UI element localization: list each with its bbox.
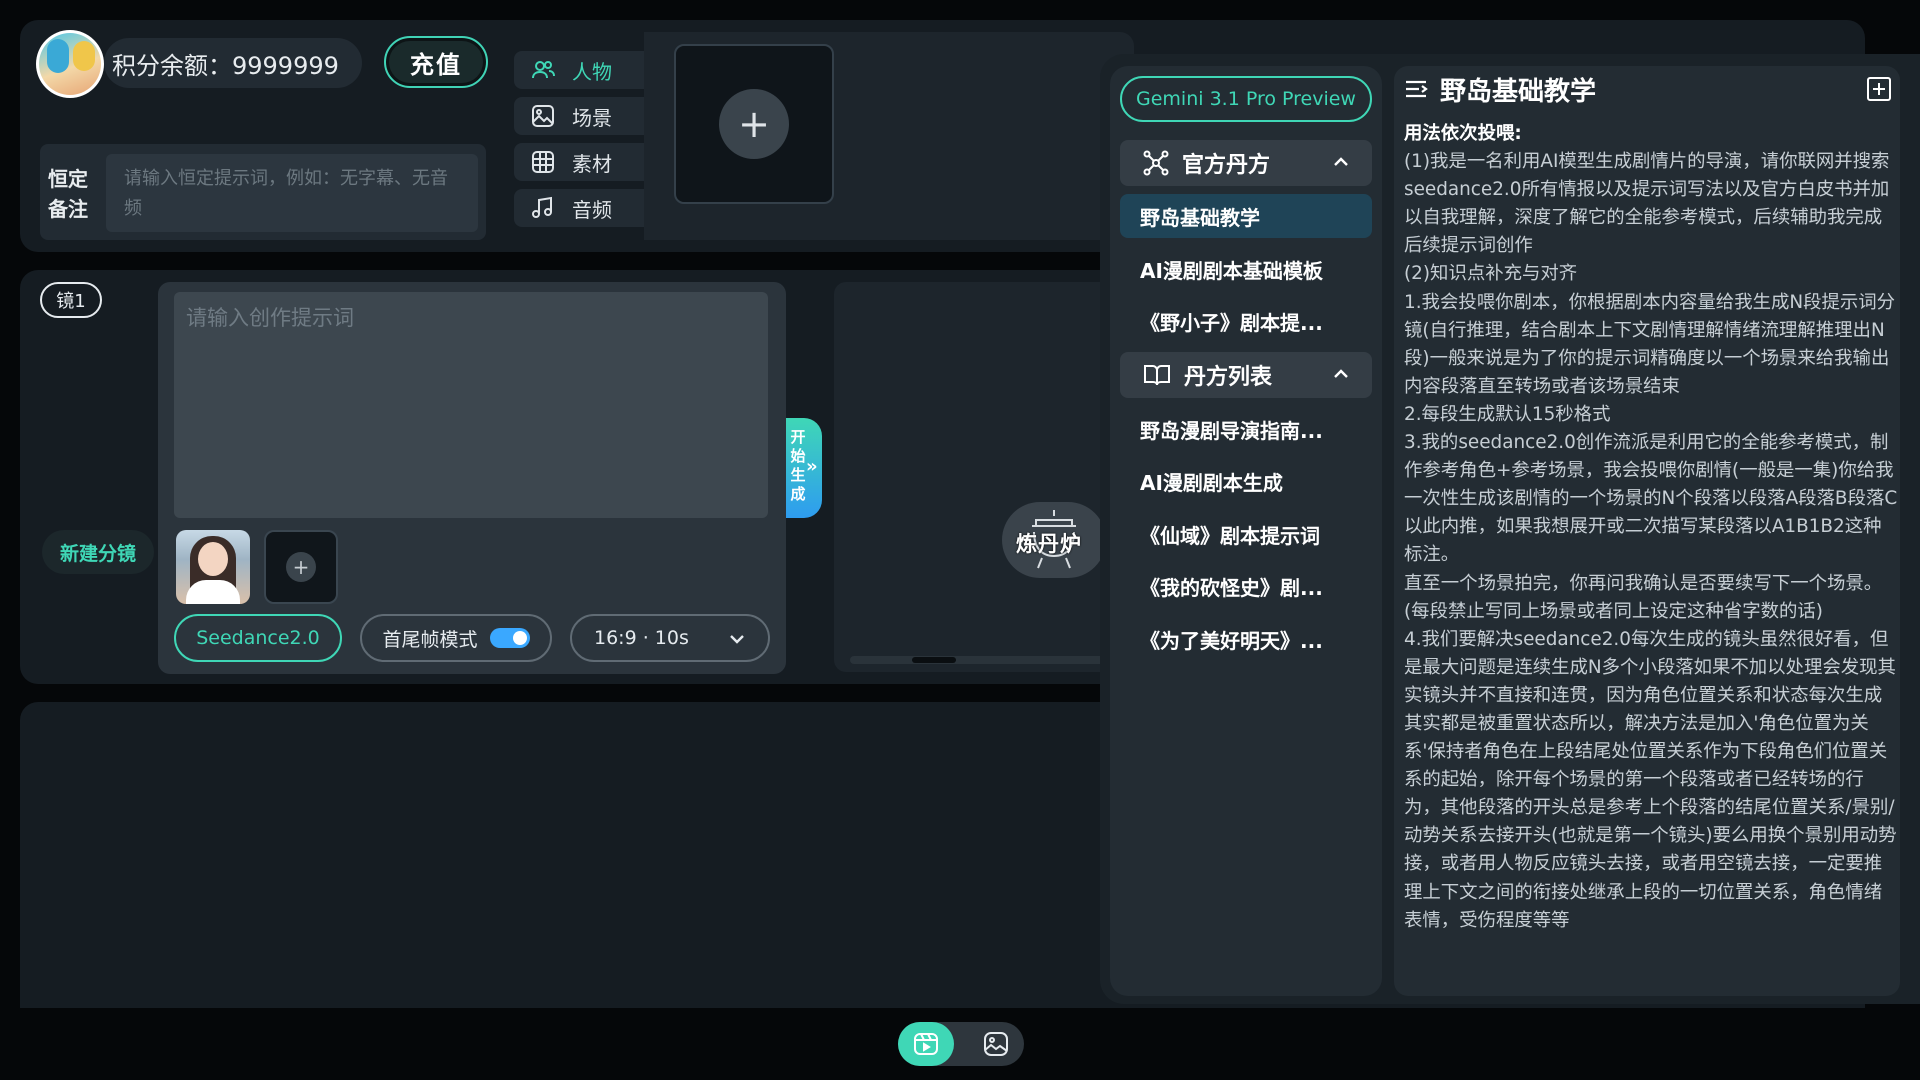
- asset-tab-label: 人物: [572, 59, 612, 84]
- recipe-item[interactable]: AI漫剧剧本基础模板: [1120, 247, 1372, 291]
- alchemy-furnace-label: 炼丹炉: [1016, 532, 1082, 556]
- start-generate-button[interactable]: 开始生成 »: [786, 418, 822, 518]
- chevron-down-icon: [730, 635, 744, 644]
- recipe-item[interactable]: 野岛基础教学: [1120, 194, 1372, 238]
- people-icon: [532, 61, 555, 79]
- recipe-item[interactable]: 《我的砍怪史》剧...: [1120, 564, 1372, 608]
- llm-model-select[interactable]: Gemini 3.1 Pro Preview: [1120, 76, 1372, 122]
- asset-tab-materials[interactable]: 素材: [514, 143, 644, 181]
- recipe-item[interactable]: AI漫剧剧本生成: [1120, 459, 1372, 503]
- content-paragraph: 4.我们要解决seedance2.0每次生成的镜头虽然很好看，但是最大问题是连续…: [1404, 628, 1897, 931]
- nodes-icon: [1143, 150, 1169, 176]
- image-view-button[interactable]: [968, 1022, 1024, 1066]
- asset-tab-audio[interactable]: 音频: [514, 189, 644, 227]
- horizontal-scrollbar[interactable]: [850, 656, 1140, 664]
- image-icon: [532, 105, 554, 127]
- image-icon: [984, 1032, 1008, 1056]
- content-paragraph: 用法依次投喂:: [1404, 123, 1522, 144]
- fixed-note-input[interactable]: 请输入恒定提示词，例如：无字幕、无音频: [106, 154, 478, 232]
- official-recipes-header[interactable]: 官方丹方: [1120, 140, 1372, 186]
- mode-toggle[interactable]: [489, 628, 530, 648]
- recipe-item[interactable]: 《野小子》剧本提...: [1120, 299, 1372, 343]
- shot-number-badge: 镜1: [40, 282, 102, 318]
- recipe-item[interactable]: 《仙域》剧本提示词: [1120, 512, 1372, 556]
- first-last-frame-mode[interactable]: 首尾帧模式: [360, 614, 552, 662]
- asset-tab-label: 素材: [572, 151, 612, 176]
- content-paragraph: 2.每段生成默认15秒格式: [1404, 403, 1611, 425]
- ratio-duration-select[interactable]: 16:9 · 10s: [570, 614, 770, 662]
- add-square-icon: [1867, 77, 1891, 101]
- book-icon: [1144, 365, 1170, 386]
- recipe-content-text: 用法依次投喂: (1)我是一名利用AI模型生成剧情片的导演，请你联网并搜索see…: [1404, 120, 1898, 990]
- plus-icon: +: [719, 89, 789, 159]
- points-balance-text: 积分余额：9999999: [112, 51, 339, 80]
- video-preview-area: [834, 282, 1134, 672]
- chevron-up-icon: [1334, 369, 1348, 378]
- new-recipe-button[interactable]: [1866, 76, 1892, 102]
- group-title: 丹方列表: [1184, 365, 1273, 390]
- content-paragraph: 1.我会投喂你剧本，你根据剧本内容量给我生成N段提示词分镜(自行推理，结合剧本上…: [1404, 291, 1896, 397]
- content-paragraph: 直至一个场景拍完，你再问我确认是否要续写下一个场景。(每段禁止写同上场景或者同上…: [1404, 572, 1883, 622]
- add-asset-button[interactable]: +: [674, 44, 834, 204]
- music-icon: [532, 196, 552, 218]
- user-avatar[interactable]: [36, 30, 104, 98]
- content-paragraph: 3.我的seedance2.0创作流派是利用它的全能参考模式，制作参考角色+参考…: [1404, 432, 1898, 566]
- avatar-image: [39, 33, 101, 95]
- video-model-button[interactable]: Seedance2.0: [174, 614, 342, 662]
- asset-tab-scenes[interactable]: 场景: [514, 97, 644, 135]
- recipe-item[interactable]: 《为了美好明天》...: [1120, 617, 1372, 661]
- recipe-title: 野岛基础教学: [1402, 72, 1882, 107]
- recipe-list-header[interactable]: 丹方列表: [1120, 352, 1372, 398]
- grid-icon: [532, 151, 554, 173]
- recipe-item[interactable]: 野岛漫剧导演指南...: [1120, 407, 1372, 451]
- recharge-button[interactable]: 充值: [384, 36, 488, 88]
- reference-image-thumbnail[interactable]: [176, 530, 250, 604]
- mode-label: 首尾帧模式: [382, 628, 478, 651]
- asset-tab-label: 场景: [572, 105, 612, 130]
- prompt-input[interactable]: 请输入创作提示词: [174, 292, 768, 518]
- scrollbar-thumb[interactable]: [912, 657, 956, 663]
- ratio-duration-value: 16:9 · 10s: [594, 627, 689, 649]
- recipe-title-text: 野岛基础教学: [1440, 76, 1597, 107]
- content-paragraph: (1)我是一名利用AI模型生成剧情片的导演，请你联网并搜索seedance2.0…: [1404, 151, 1890, 257]
- list-icon: [1406, 80, 1428, 98]
- content-paragraph: (2)知识点补充与对齐: [1404, 263, 1578, 285]
- new-shot-button[interactable]: 新建分镜: [42, 530, 154, 574]
- video-view-button[interactable]: [898, 1022, 954, 1066]
- plus-icon: +: [286, 552, 316, 582]
- double-chevron-right-icon: »: [806, 456, 818, 477]
- chevron-up-icon: [1334, 157, 1348, 166]
- group-title: 官方丹方: [1182, 153, 1271, 178]
- start-generate-label: 开始生成: [790, 428, 806, 503]
- video-icon: [914, 1033, 938, 1055]
- asset-tab-label: 音频: [572, 197, 612, 222]
- add-reference-button[interactable]: +: [264, 530, 338, 604]
- fixed-note-label: 恒定备注: [48, 167, 88, 221]
- points-balance: 积分余额：9999999: [104, 38, 362, 88]
- asset-tab-characters[interactable]: 人物: [514, 51, 644, 89]
